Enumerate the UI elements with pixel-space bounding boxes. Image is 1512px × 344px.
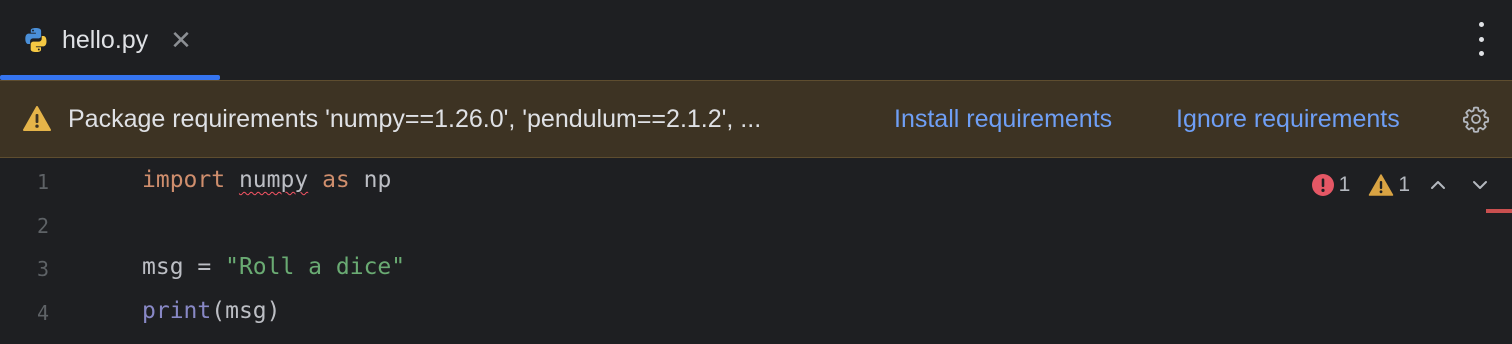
code-line-1[interactable]: import numpy as np [142, 167, 391, 193]
keyword-import: import [142, 167, 226, 193]
chevron-up-icon[interactable] [1428, 175, 1448, 195]
builtin-print: print [142, 298, 212, 324]
warning-icon [22, 105, 52, 133]
banner-message: Package requirements 'numpy==1.26.0', 'p… [68, 105, 762, 133]
warning-count[interactable]: 1 [1368, 173, 1410, 197]
unresolved-module[interactable]: numpy [239, 167, 308, 193]
module-alias: np [363, 167, 392, 193]
assignment-operator: = [183, 254, 226, 280]
line-number: 4 [36, 301, 50, 325]
install-requirements-link[interactable]: Install requirements [894, 105, 1112, 134]
error-stripe-marker[interactable] [1486, 209, 1512, 213]
variable-name: msg [142, 254, 184, 280]
code-line-4[interactable]: print(msg) [142, 298, 281, 324]
code-editor[interactable]: 1 2 3 4 import numpy as np msg = "Roll a… [0, 158, 1512, 344]
package-requirements-banner: Package requirements 'numpy==1.26.0', 'p… [0, 80, 1512, 158]
gear-icon[interactable] [1460, 103, 1492, 135]
chevron-down-icon[interactable] [1470, 175, 1490, 195]
tab-label: hello.py [62, 25, 149, 54]
python-file-icon [22, 26, 50, 54]
warning-count-label: 1 [1398, 173, 1410, 196]
line-number: 2 [36, 214, 50, 238]
error-count[interactable]: 1 [1311, 173, 1351, 197]
call-arguments: (msg) [211, 298, 281, 324]
editor-tab-bar: hello.py ✕ [0, 0, 1512, 80]
ignore-requirements-link[interactable]: Ignore requirements [1176, 105, 1400, 134]
inspection-widget: 1 1 [1311, 170, 1512, 200]
error-count-label: 1 [1338, 173, 1351, 196]
keyword-as: as [322, 167, 350, 193]
warning-icon [1369, 174, 1394, 196]
line-number: 1 [36, 170, 50, 194]
string-literal: "Roll a dice" [225, 254, 406, 280]
code-line-3[interactable]: msg = "Roll a dice" [142, 254, 405, 280]
tab-hello-py[interactable]: hello.py ✕ [0, 0, 220, 80]
more-options-icon[interactable] [1476, 22, 1486, 56]
line-number: 3 [36, 257, 50, 281]
close-icon[interactable]: ✕ [170, 27, 192, 53]
error-icon [1311, 174, 1334, 196]
